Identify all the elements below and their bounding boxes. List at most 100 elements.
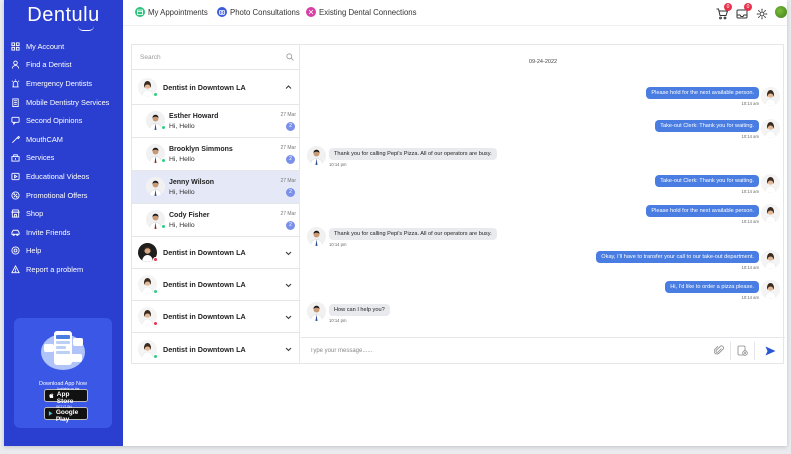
cart-badge: 0 [724,3,732,11]
online-indicator [161,224,166,229]
send-icon[interactable] [765,346,776,356]
contact-last-message: Hi, Hello [169,123,195,130]
chevron-down-icon[interactable] [285,250,292,256]
sender-avatar [761,250,780,270]
user-avatar[interactable] [775,6,787,18]
group-header[interactable]: Dentist in Downtown LA [132,269,300,301]
message-time: 10:14 am [741,219,759,224]
contact-date: 27 Mar [280,145,296,151]
message-outgoing: Okay, I'll have to transfer your call to… [596,251,759,270]
message-incoming: Thank you for calling Pepi's Pizza. All … [329,228,497,247]
attach-file-icon[interactable] [737,345,748,356]
sidebar-item-invite-friends[interactable]: Invite Friends [4,223,123,242]
search-icon[interactable] [286,53,294,61]
message-time: 10:14 am [741,295,759,300]
sidebar-item-shop[interactable]: Shop [4,204,123,223]
message-input[interactable] [310,345,690,357]
sidebar-item-label: Report a problem [26,264,84,274]
sidebar-item-mobile-dentistry[interactable]: Mobile Dentistry Services [4,93,123,112]
paperclip-icon[interactable] [714,345,725,356]
sender-avatar [761,87,780,107]
services-icon [11,154,20,162]
contact-row-selected[interactable]: Jenny Wilson Hi, Hello 27 Mar 2 [132,171,300,204]
sidebar-item-services[interactable]: Services [4,149,123,168]
sender-avatar [761,174,780,194]
google-play-button[interactable]: GET IT ON Google Play [44,405,88,423]
message-bubble: Okay, I'll have to transfer your call to… [596,251,759,263]
avatar [146,144,166,164]
sidebar-item-find-a-dentist[interactable]: Find a Dentist [4,56,123,75]
group-name: Dentist in Downtown LA [163,312,246,321]
group-name: Dentist in Downtown LA [163,280,246,289]
sidebar-item-educational-videos[interactable]: Educational Videos [4,167,123,186]
contact-date: 27 Mar [280,178,296,184]
avatar [146,210,166,230]
google-play-label: Google Play [55,408,79,423]
message-bubble: Hi, I'd like to order a pizza please. [665,281,759,293]
message-bubble: Thank you for calling Pepi's Pizza. All … [329,148,497,160]
google-play-icon [48,411,53,416]
inbox-badge: 0 [744,3,752,11]
receiver-avatar [307,227,326,247]
chevron-down-icon[interactable] [285,346,292,352]
settings-button[interactable] [756,7,768,20]
chevron-down-icon[interactable] [285,282,292,288]
car-icon [11,229,20,236]
app-store-button[interactable]: Available on the App Store [44,387,88,405]
message-time: 10:14 pm [329,242,347,247]
sidebar-item-promotional-offers[interactable]: Promotional Offers [4,186,123,205]
message-bubble: Please hold for the next available perso… [646,205,759,217]
chevron-down-icon[interactable] [285,314,292,320]
message-time: 10:14 am [741,134,759,139]
sidebar-item-emergency-dentists[interactable]: Emergency Dentists [4,74,123,93]
group-header[interactable]: Dentist in Downtown LA [132,237,300,269]
tab-photo-consultations[interactable]: Photo Consultations [217,7,300,17]
unread-count-badge: 2 [286,221,295,230]
group-name: Dentist in Downtown LA [163,248,246,257]
sidebar-item-label: MouthCAM [26,134,63,144]
sidebar-item-help[interactable]: Help [4,242,123,261]
group-name: Dentist in Downtown LA [163,83,246,92]
sidebar-item-my-account[interactable]: My Account [4,37,123,56]
sidebar-item-second-opinions[interactable]: Second Opinions [4,111,123,130]
online-indicator [161,125,166,130]
contact-date: 27 Mar [280,112,296,118]
message-time: 10:14 am [741,189,759,194]
message-bubble: Take-out Clerk: Thank you for waiting. [655,175,759,187]
group-header[interactable]: Dentist in Downtown LA [132,301,300,333]
top-bar: My Appointments Photo Consultations Exis… [123,0,787,26]
tab-my-appointments[interactable]: My Appointments [135,7,208,17]
tab-label: Photo Consultations [230,7,300,17]
offline-indicator [153,321,158,326]
sidebar-item-mouthcam[interactable]: MouthCAM [4,130,123,149]
chevron-up-icon[interactable] [285,84,292,90]
person-icon [11,61,20,69]
sidebar-item-label: Emergency Dentists [26,78,93,88]
search-bar[interactable]: Search [132,45,300,70]
chat-icon [11,117,20,126]
message-time: 10:14 am [741,265,759,270]
contact-row[interactable]: Cody Fisher Hi, Hello 27 Mar 2 [132,204,300,237]
message-outgoing: Hi, I'd like to order a pizza please. 10… [665,281,759,300]
contact-name: Brooklyn Simmons [169,146,233,153]
avatar [138,78,158,98]
group-header[interactable]: Dentist in Downtown LA [132,333,300,365]
inbox-button[interactable]: 0 [736,3,752,19]
online-indicator [153,289,158,294]
calendar-icon [135,7,145,17]
search-input[interactable]: Search [140,54,161,61]
sidebar-item-report-a-problem[interactable]: Report a problem [4,260,123,279]
avatar [146,177,165,197]
cart-button[interactable]: 0 [716,3,732,20]
tab-existing-dental-connections[interactable]: Existing Dental Connections [306,7,417,17]
video-icon [11,172,20,181]
avatar [138,275,158,295]
contact-last-message: Hi, Hello [169,189,195,196]
brand-logo[interactable]: Dentulu [4,4,123,27]
help-icon [11,246,20,255]
apple-icon [49,392,54,399]
contact-row[interactable]: Esther Howard Hi, Hello 27 Mar 2 [132,105,300,138]
contact-row[interactable]: Brooklyn Simmons Hi, Hello 27 Mar 2 [132,138,300,171]
group-header[interactable]: Dentist in Downtown LA [132,71,300,105]
online-indicator [153,353,158,359]
